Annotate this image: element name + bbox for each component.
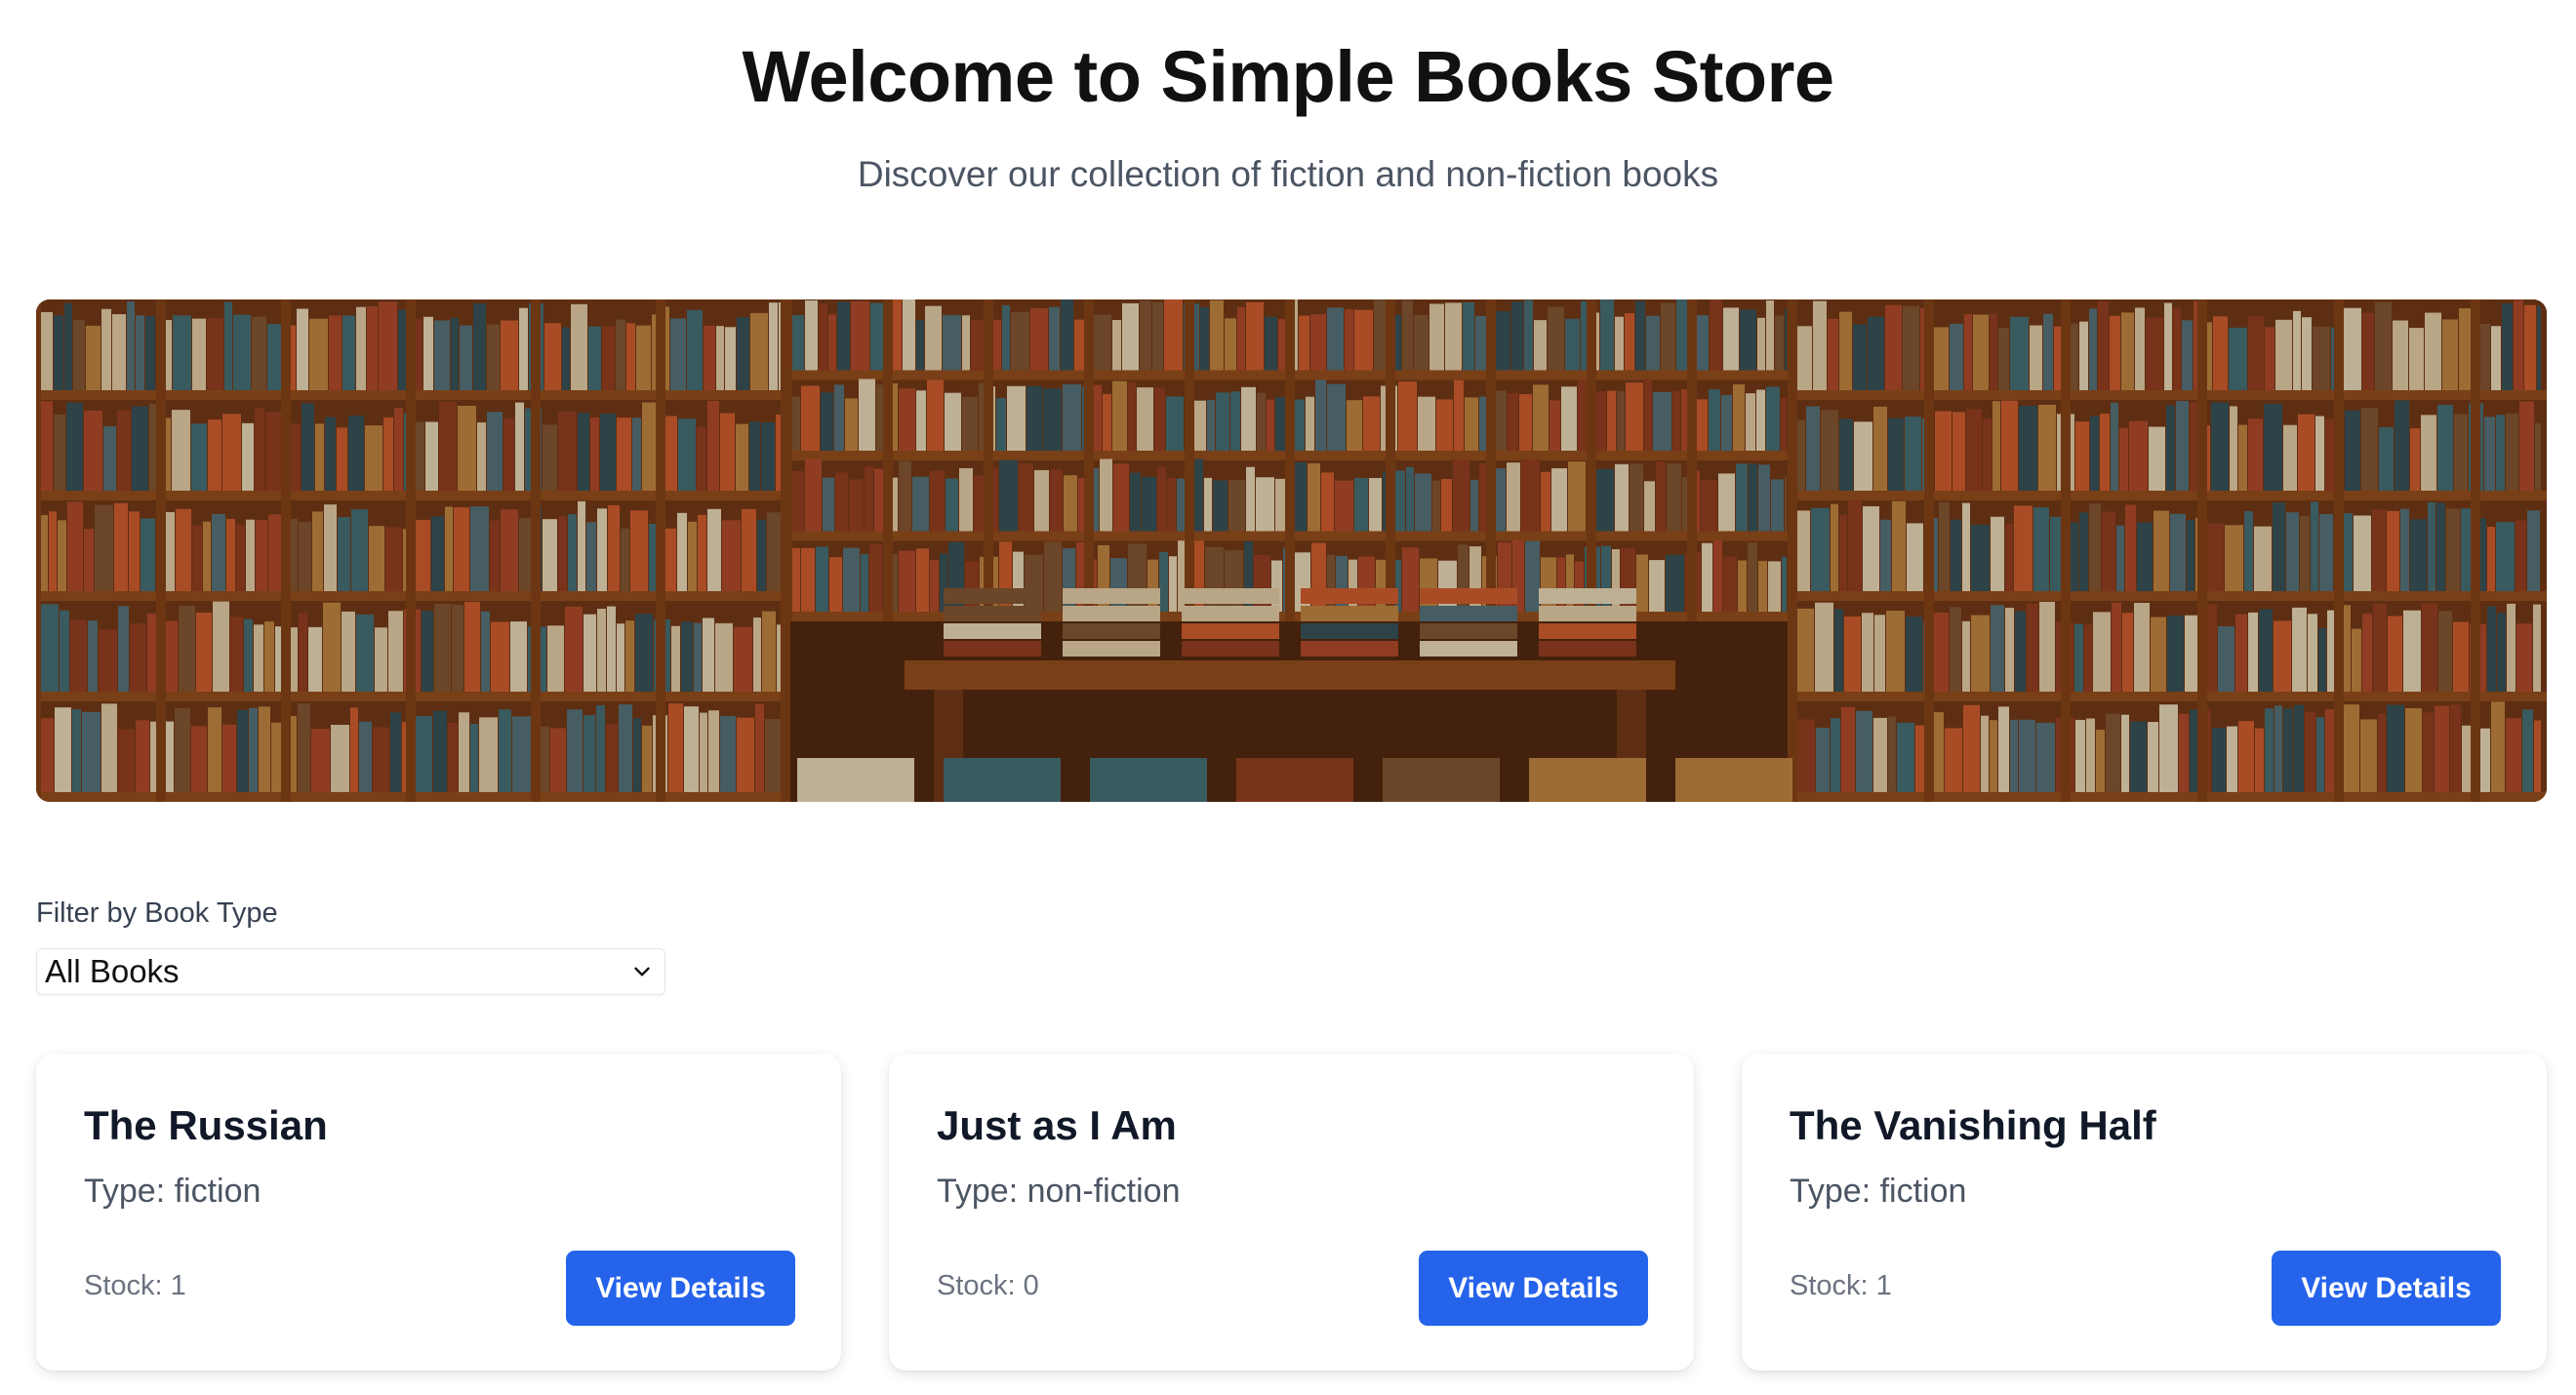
shelf-shade [36, 299, 2547, 802]
book-list: The Russian Type: fiction Stock: 1 View … [36, 1054, 2547, 1375]
book-type-select-value: All Books [45, 953, 180, 989]
view-details-button[interactable]: View Details [566, 1251, 795, 1326]
page: Welcome to Simple Books Store Discover o… [0, 0, 2576, 1395]
book-type-select[interactable]: All Books [36, 948, 665, 995]
filter-label: Filter by Book Type [36, 897, 278, 929]
book-card: The Vanishing Half Type: fiction Stock: … [1742, 1054, 2547, 1371]
book-stock: Stock: 1 [1790, 1270, 1892, 1301]
book-type: Type: non-fiction [937, 1173, 1181, 1210]
view-details-button[interactable]: View Details [2272, 1251, 2501, 1326]
book-stock: Stock: 1 [84, 1270, 186, 1301]
book-card: Just as I Am Type: non-fiction Stock: 0 … [889, 1054, 1694, 1371]
book-title: The Vanishing Half [1790, 1102, 2156, 1148]
page-subtitle: Discover our collection of fiction and n… [857, 154, 1719, 194]
chevron-down-icon [634, 967, 650, 976]
book-title: The Russian [84, 1102, 328, 1148]
book-stock: Stock: 0 [937, 1270, 1039, 1301]
book-type: Type: fiction [84, 1173, 262, 1210]
book-card: The Russian Type: fiction Stock: 1 View … [36, 1054, 841, 1371]
bookshelf-image [36, 299, 2547, 802]
bookshelf-illustration [36, 299, 2547, 802]
view-details-button[interactable]: View Details [1419, 1251, 1648, 1326]
book-title: Just as I Am [937, 1102, 1177, 1148]
book-type: Type: fiction [1790, 1173, 1967, 1210]
page-title: Welcome to Simple Books Store [742, 36, 1834, 117]
